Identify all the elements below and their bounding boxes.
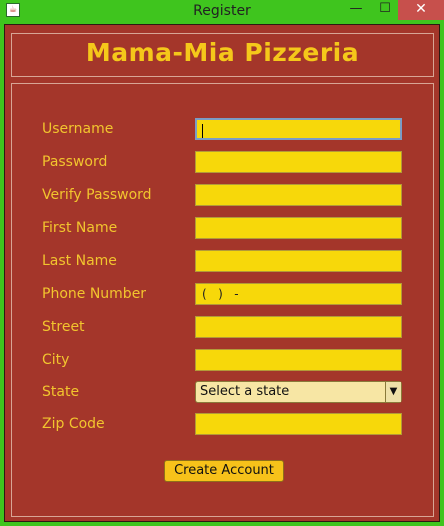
phone-number-label: Phone Number bbox=[42, 286, 147, 302]
register-frame: Mama-Mia Pizzeria Username Password Veri… bbox=[4, 24, 440, 522]
password-label: Password bbox=[42, 154, 108, 170]
text-caret bbox=[202, 123, 203, 138]
page-title: Mama-Mia Pizzeria bbox=[85, 38, 360, 67]
registration-form: Username Password Verify Password First … bbox=[11, 83, 434, 517]
street-field[interactable] bbox=[195, 316, 402, 338]
phone-number-field[interactable]: ( ) - bbox=[195, 283, 402, 305]
state-label: State bbox=[42, 384, 80, 400]
state-selected-value: Select a state bbox=[200, 384, 290, 399]
city-field[interactable] bbox=[195, 349, 402, 371]
chevron-down-icon[interactable]: ▼ bbox=[385, 382, 401, 402]
zip-code-field[interactable] bbox=[195, 413, 402, 435]
header-panel: Mama-Mia Pizzeria bbox=[11, 33, 434, 77]
last-name-label: Last Name bbox=[42, 253, 117, 269]
first-name-field[interactable] bbox=[195, 217, 402, 239]
first-name-label: First Name bbox=[42, 220, 118, 236]
zip-code-label: Zip Code bbox=[42, 416, 105, 432]
close-button[interactable]: ✕ bbox=[398, 0, 444, 20]
last-name-field[interactable] bbox=[195, 250, 402, 272]
username-label: Username bbox=[42, 121, 114, 137]
create-account-button[interactable]: Create Account bbox=[164, 460, 284, 482]
street-label: Street bbox=[42, 319, 85, 335]
verify-password-field[interactable] bbox=[195, 184, 402, 206]
verify-password-label: Verify Password bbox=[42, 187, 152, 203]
state-dropdown[interactable]: Select a state ▼ bbox=[195, 381, 402, 403]
minimize-button[interactable]: — bbox=[342, 0, 370, 20]
password-field[interactable] bbox=[195, 151, 402, 173]
title-bar: ☕ Register — ☐ ✕ bbox=[0, 0, 444, 22]
city-label: City bbox=[42, 352, 70, 368]
maximize-button[interactable]: ☐ bbox=[371, 0, 399, 20]
username-field[interactable] bbox=[195, 118, 402, 140]
